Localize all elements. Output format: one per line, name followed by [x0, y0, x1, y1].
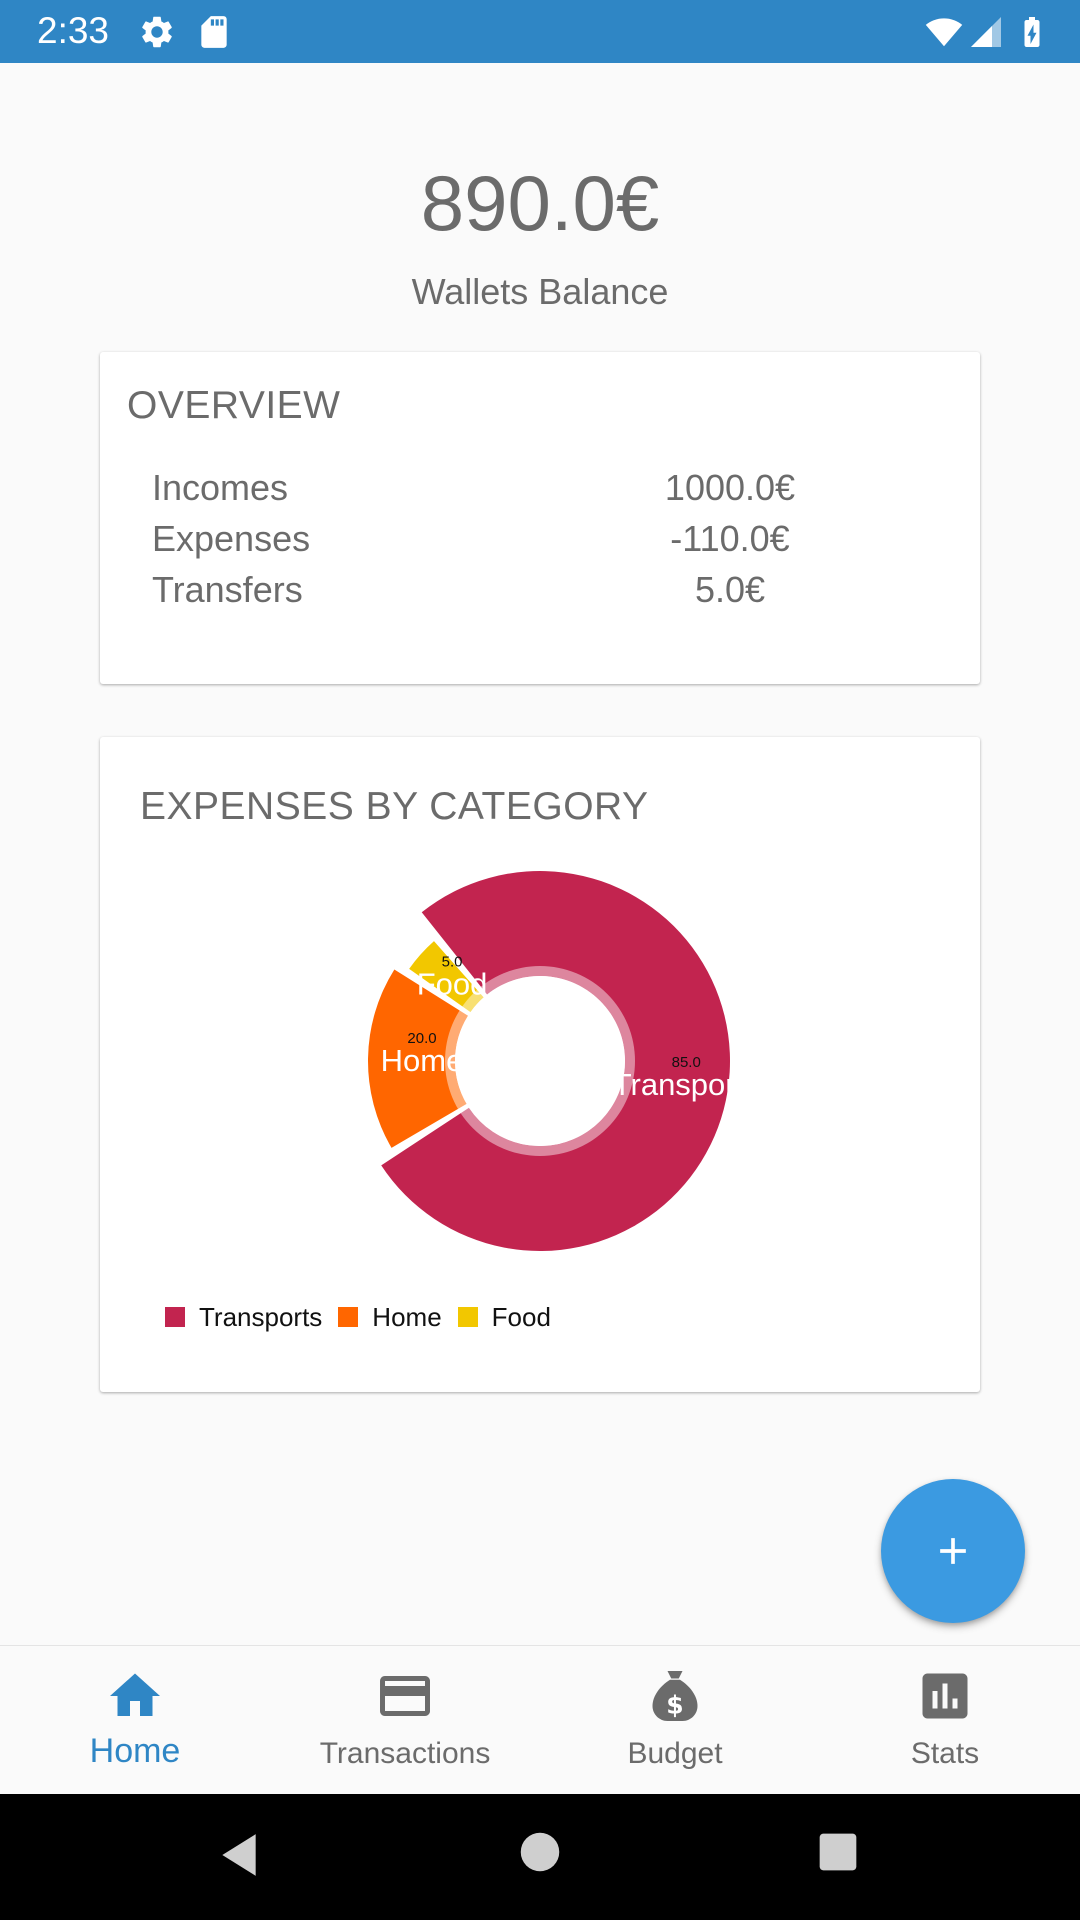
chart-legend: Transports Home Food — [165, 1297, 567, 1337]
overview-label: Transfers — [152, 569, 303, 610]
overview-row-incomes: Incomes 1000.0€ — [100, 463, 980, 513]
plus-icon — [940, 1538, 966, 1564]
money-bag-icon: $ — [652, 1671, 698, 1721]
overview-row-transfers: Transfers 5.0€ — [100, 565, 980, 615]
legend-label: Food — [491, 1302, 551, 1332]
home-icon — [110, 1673, 160, 1716]
balance-label: Wallets Balance — [411, 271, 669, 312]
app-screen: 2:33 890.0€ Wallets Balance OVERVIEW Inc… — [0, 0, 1080, 1920]
recents-icon[interactable] — [816, 1830, 860, 1874]
nav-item-transactions[interactable]: Transactions — [270, 1646, 540, 1795]
sd-card-icon — [201, 16, 227, 48]
overview-label: Incomes — [152, 467, 289, 508]
overview-value: 1000.0€ — [664, 467, 796, 508]
nav-label-budget: Budget — [627, 1737, 723, 1770]
overview-value: 5.0€ — [694, 569, 766, 610]
home-circle-icon[interactable] — [519, 1831, 561, 1873]
status-time: 2:33 — [37, 10, 110, 51]
bar-chart-icon — [922, 1673, 968, 1719]
status-bar: 2:33 — [0, 0, 1080, 63]
svg-text:$: $ — [666, 1691, 683, 1720]
legend-label: Transports — [199, 1302, 323, 1332]
overview-row-expenses: Expenses -110.0€ — [100, 514, 980, 564]
expenses-donut-chart[interactable]: 85.0Transports20.0Home5.0Food — [100, 737, 980, 1392]
overview-label: Expenses — [152, 518, 311, 559]
overview-value: -110.0€ — [670, 518, 790, 559]
add-transaction-button[interactable] — [881, 1479, 1025, 1623]
legend-item-food: Food — [457, 1302, 551, 1332]
overview-title: OVERVIEW — [127, 384, 341, 427]
nav-label-stats: Stats — [910, 1737, 980, 1770]
gear-icon — [142, 16, 172, 48]
nav-item-stats[interactable]: Stats — [810, 1646, 1080, 1795]
slice-category-label: Home — [381, 1043, 464, 1078]
legend-label: Home — [372, 1302, 442, 1332]
wifi-icon — [925, 18, 963, 47]
credit-card-icon — [380, 1676, 430, 1716]
overview-card: OVERVIEW Incomes 1000.0€ Expenses -110.0… — [100, 352, 980, 684]
signal-icon — [971, 17, 1001, 47]
battery-charging-icon — [1024, 17, 1040, 47]
slice-category-label: Transports — [613, 1067, 760, 1102]
nav-label-transactions: Transactions — [319, 1737, 491, 1770]
legend-swatch — [165, 1307, 185, 1327]
back-icon[interactable] — [214, 1829, 264, 1881]
slice-category-label: Food — [417, 966, 488, 1001]
expenses-by-category-card: EXPENSES BY CATEGORY 85.0 Transports 20.0 H… — [100, 737, 980, 1392]
legend-swatch — [457, 1307, 478, 1327]
bottom-navigation: Home Transactions $ Budget Stats — [0, 1645, 1080, 1795]
donut-hole — [455, 976, 625, 1146]
nav-item-budget[interactable]: $ Budget — [540, 1646, 810, 1795]
legend-item-transports: Transports — [165, 1302, 322, 1332]
legend-item-home: Home — [338, 1302, 442, 1332]
nav-item-home[interactable]: Home — [0, 1646, 270, 1795]
nav-label-home: Home — [89, 1732, 181, 1770]
balance-amount: 890.0€ — [420, 159, 660, 247]
system-navigation-bar — [0, 1794, 1080, 1920]
legend-swatch — [338, 1307, 359, 1327]
